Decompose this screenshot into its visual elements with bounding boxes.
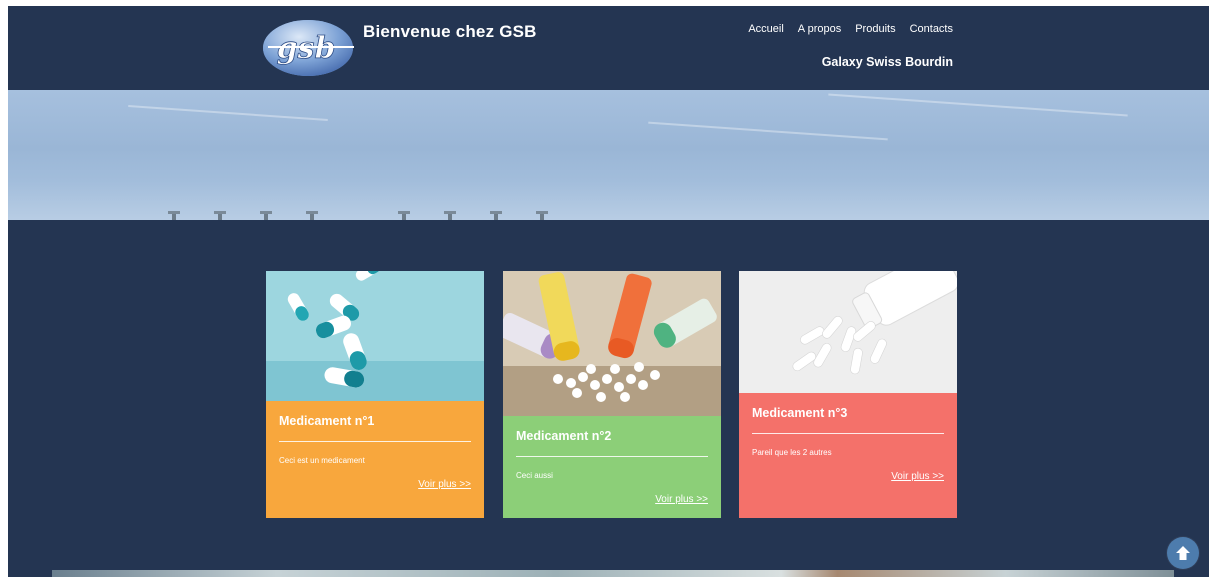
card-description: Ceci est un medicament (279, 456, 365, 465)
nav-a-propos[interactable]: A propos (798, 23, 841, 35)
bollard (398, 211, 410, 220)
arrow-up-icon (1176, 546, 1190, 560)
hero-banner (8, 90, 1209, 220)
product-card-3: Medicament n°3 Pareil que les 2 autres V… (739, 271, 957, 518)
bollard (260, 211, 272, 220)
voir-plus-link[interactable]: Voir plus >> (891, 471, 944, 482)
card-title: Medicament n°3 (752, 406, 848, 420)
card-description: Pareil que les 2 autres (752, 448, 832, 457)
card-divider (752, 433, 944, 434)
card-body: Medicament n°3 Pareil que les 2 autres V… (739, 393, 957, 518)
logo-text: gsb (277, 31, 336, 66)
card-title: Medicament n°2 (516, 429, 612, 443)
card-body: Medicament n°1 Ceci est un medicament Vo… (266, 401, 484, 518)
header: gsb Bienvenue chez GSB Accueil A propos … (8, 6, 1209, 90)
bollard (444, 211, 456, 220)
page: gsb Bienvenue chez GSB Accueil A propos … (8, 6, 1209, 577)
next-section-image (52, 570, 1174, 577)
site-subtitle: Galaxy Swiss Bourdin (821, 55, 953, 69)
card-title: Medicament n°1 (279, 414, 375, 428)
homeopathy-tubes-image (503, 271, 721, 416)
cloud-streak (648, 121, 888, 141)
nav-produits[interactable]: Produits (855, 23, 895, 35)
bollard (168, 211, 180, 220)
card-body: Medicament n°2 Ceci aussi Voir plus >> (503, 416, 721, 518)
voir-plus-link[interactable]: Voir plus >> (418, 479, 471, 490)
site-title: Bienvenue chez GSB (363, 22, 537, 41)
nav-accueil[interactable]: Accueil (748, 23, 783, 35)
card-divider (516, 456, 708, 457)
scroll-to-top-button[interactable] (1167, 537, 1199, 569)
cloud-streak (828, 93, 1128, 117)
card-description: Ceci aussi (516, 471, 553, 480)
voir-plus-link[interactable]: Voir plus >> (655, 494, 708, 505)
bollard (536, 211, 548, 220)
product-card-2: Medicament n°2 Ceci aussi Voir plus >> (503, 271, 721, 518)
capsules-image (266, 271, 484, 401)
card-divider (279, 441, 471, 442)
pill-bottle-image (739, 271, 957, 393)
nav-contacts[interactable]: Contacts (910, 23, 953, 35)
cloud-streak (128, 105, 328, 121)
product-card-1: Medicament n°1 Ceci est un medicament Vo… (266, 271, 484, 518)
bollard (306, 211, 318, 220)
bollard (490, 211, 502, 220)
main-nav: Accueil A propos Produits Contacts (748, 23, 953, 35)
bollard (214, 211, 226, 220)
gsb-logo[interactable]: gsb (262, 16, 354, 78)
